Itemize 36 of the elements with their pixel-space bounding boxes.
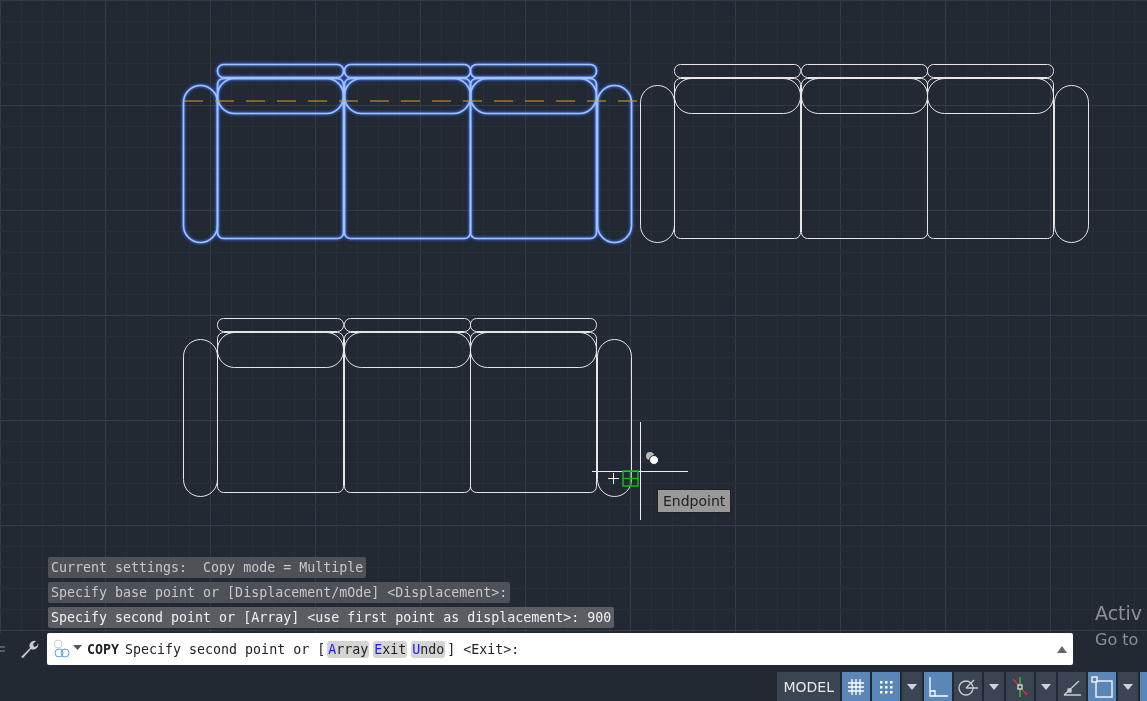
dropdown-button[interactable] xyxy=(1036,672,1056,701)
caret-icon xyxy=(907,683,917,690)
command-name: COPY xyxy=(87,641,120,657)
isodraft-button[interactable] xyxy=(1006,672,1034,701)
dropdown-button[interactable] xyxy=(1118,672,1138,701)
sofa-drawing[interactable] xyxy=(182,63,633,244)
activation-title: Activ xyxy=(1095,602,1143,624)
crossed-lines-icon xyxy=(1010,675,1030,698)
command-option[interactable]: Exit xyxy=(373,640,408,658)
plus-icon xyxy=(607,472,620,485)
command-prompt: Specify second point or [ xyxy=(125,641,326,657)
command-prompt: ] <Exit>: xyxy=(447,641,520,657)
ortho-button[interactable] xyxy=(924,672,952,701)
grid-icon xyxy=(847,677,865,696)
dropdown-button[interactable] xyxy=(902,672,922,701)
caret-icon xyxy=(989,683,999,690)
ucs-button[interactable] xyxy=(1058,672,1086,701)
dot-grid-icon xyxy=(878,678,894,695)
caret-icon[interactable] xyxy=(1057,645,1067,653)
snap-marker-icon xyxy=(622,470,639,487)
model-tab[interactable]: MODEL xyxy=(777,672,840,701)
dropdown-button[interactable] xyxy=(984,672,1004,701)
snap-tooltip: Endpoint xyxy=(657,489,732,513)
sofa-drawing[interactable] xyxy=(640,64,1089,243)
activation-subtitle: Go to xyxy=(1095,630,1140,649)
corner-icon xyxy=(927,675,949,698)
square-icon xyxy=(1091,675,1113,698)
command-option[interactable]: Undo xyxy=(411,640,446,658)
polar-button[interactable] xyxy=(954,672,982,701)
snap-button[interactable] xyxy=(872,672,900,701)
grid-button[interactable] xyxy=(842,672,870,701)
command-option[interactable]: Array xyxy=(327,640,370,658)
sofa-drawing[interactable] xyxy=(183,318,632,497)
cursor-badge-icon xyxy=(646,452,659,465)
caret-icon xyxy=(1041,683,1051,690)
caret-icon xyxy=(1123,683,1133,690)
